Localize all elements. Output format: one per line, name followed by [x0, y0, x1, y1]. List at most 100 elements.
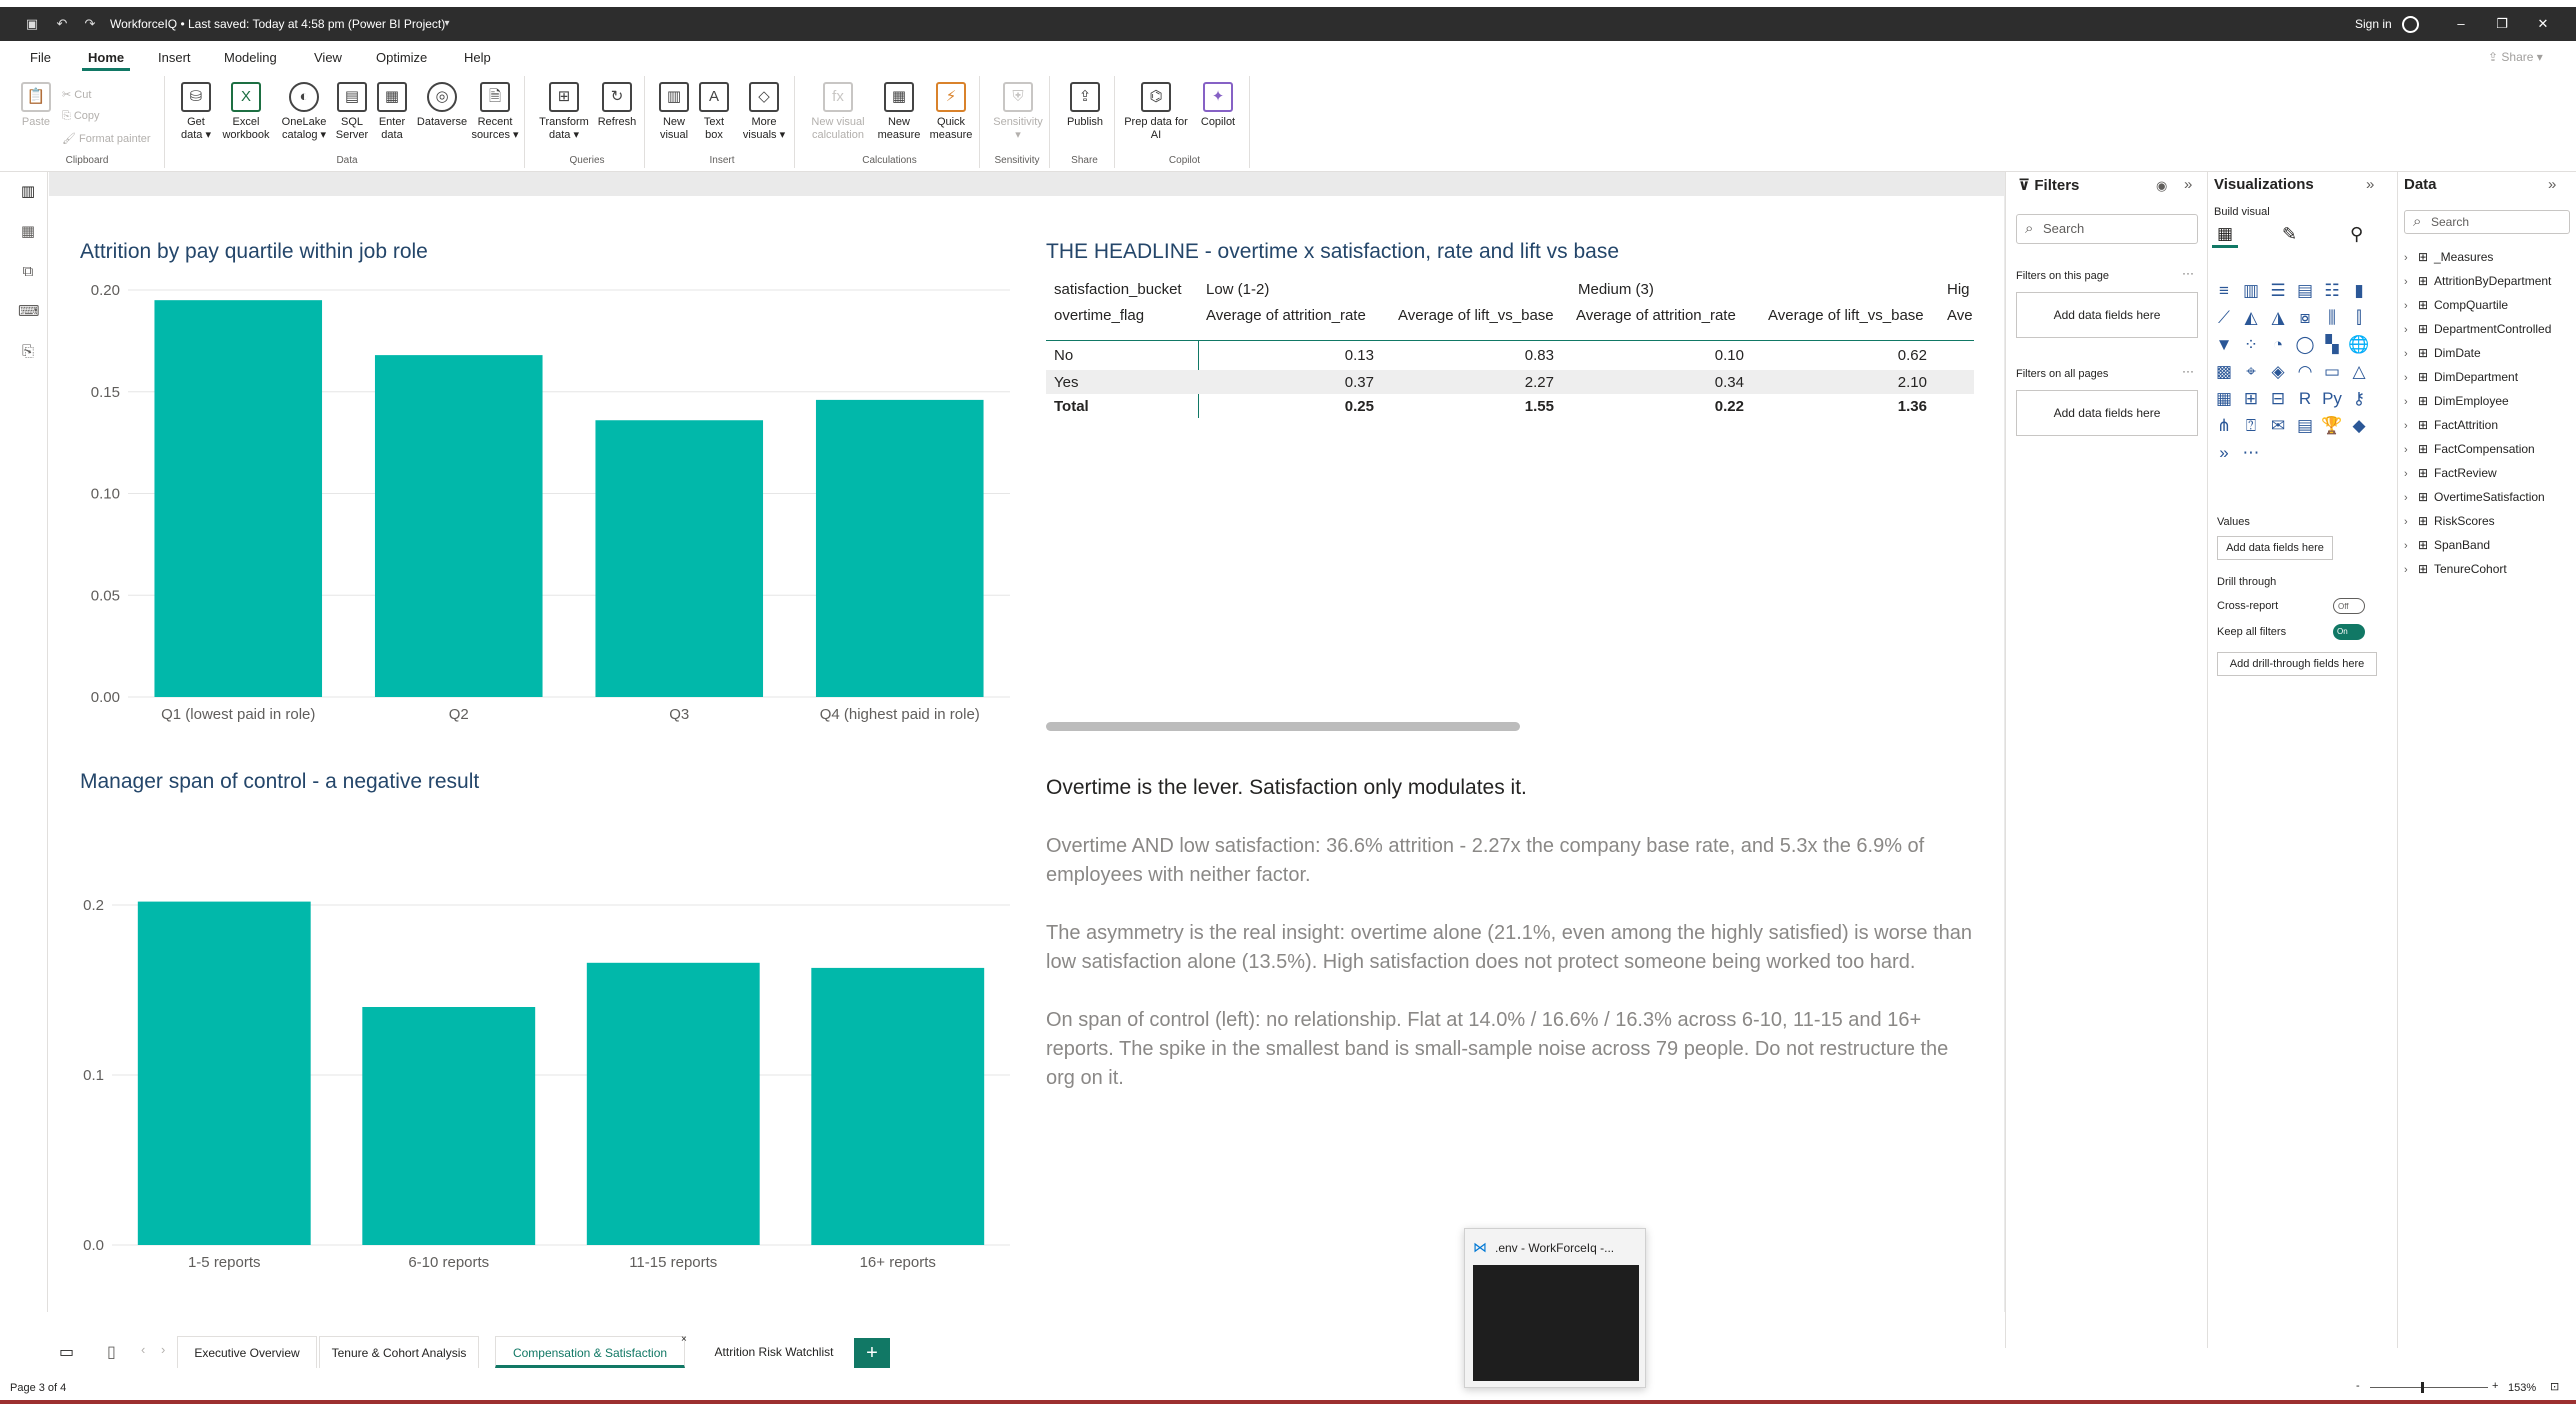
kpi-icon[interactable]: △: [2348, 361, 2370, 383]
row-label-yes[interactable]: Yes: [1054, 374, 1078, 391]
data-table-item[interactable]: › ⊞ FactAttrition: [2404, 418, 2498, 432]
clustered-column-icon[interactable]: ▤: [2294, 280, 2316, 302]
row-header-satisfaction-bucket[interactable]: satisfaction_bucket: [1054, 281, 1182, 298]
get-data-button[interactable]: ⛁ Get data ▾: [178, 82, 214, 142]
analytics-icon[interactable]: ⚲: [2350, 224, 2363, 245]
data-table-item[interactable]: › ⊞ DimDate: [2404, 346, 2481, 360]
undo-icon[interactable]: ↶: [52, 14, 72, 34]
more-options-icon[interactable]: ···: [2182, 266, 2194, 280]
collapse-filters-icon[interactable]: »: [2184, 176, 2192, 193]
refresh-button[interactable]: ↻ Refresh: [594, 82, 640, 129]
all-pages-filter-drop-well[interactable]: Add data fields here: [2016, 390, 2198, 436]
group-header-medium[interactable]: Medium (3): [1578, 281, 1654, 298]
stacked-column-icon[interactable]: ▥: [2240, 280, 2262, 302]
window-title[interactable]: WorkforceIQ • Last saved: Today at 4:58 …: [110, 17, 445, 31]
bar[interactable]: [595, 420, 764, 697]
keep-all-filters-toggle[interactable]: On: [2333, 624, 2365, 640]
scatter-icon[interactable]: ⁘: [2240, 334, 2262, 356]
narrative-icon[interactable]: ✉: [2267, 415, 2289, 437]
tab-help[interactable]: Help: [464, 50, 491, 65]
page-tab-attrition-risk[interactable]: Attrition Risk Watchlist: [689, 1336, 859, 1368]
gauge-icon[interactable]: ◠: [2294, 361, 2316, 383]
fit-to-page-icon[interactable]: ⊡: [2550, 1380, 2559, 1393]
enter-data-button[interactable]: ▦ Enter data: [374, 82, 410, 142]
bar[interactable]: [811, 967, 985, 1245]
dataverse-button[interactable]: ◎ Dataverse: [414, 82, 470, 129]
model-view-icon[interactable]: ⧉: [18, 262, 38, 282]
data-table-item[interactable]: › ⊞ SpanBand: [2404, 538, 2490, 552]
bar[interactable]: [362, 1007, 536, 1245]
bar[interactable]: [154, 300, 323, 697]
collapse-visualizations-icon[interactable]: »: [2366, 176, 2374, 193]
collapse-data-icon[interactable]: »: [2548, 176, 2556, 193]
row-header-overtime-flag[interactable]: overtime_flag: [1054, 307, 1144, 324]
data-table-item[interactable]: › ⊞ CompQuartile: [2404, 298, 2508, 312]
span-of-control-bar-chart[interactable]: 0.0 0.1 0.2 1-5 reports 6-10 reports 11-15 re…: [70, 880, 1020, 1275]
page-filter-drop-well[interactable]: Add data fields here: [2016, 292, 2198, 338]
zoom-slider-track[interactable]: [2370, 1387, 2488, 1388]
slicer-icon[interactable]: ▦: [2213, 388, 2235, 410]
bar[interactable]: [374, 355, 543, 697]
cross-report-toggle[interactable]: Off: [2333, 598, 2365, 614]
data-table-item[interactable]: › ⊞ TenureCohort: [2404, 562, 2507, 576]
copilot-button[interactable]: ✦ Copilot: [1192, 82, 1244, 129]
recent-sources-button[interactable]: 🗎 Recent sources ▾: [470, 82, 520, 142]
azure-map-icon[interactable]: ⌖: [2240, 361, 2262, 383]
restore-icon[interactable]: ❐: [2487, 14, 2517, 34]
close-icon[interactable]: ✕: [2528, 14, 2558, 34]
paste-button[interactable]: 📋 Paste: [18, 82, 54, 129]
bar[interactable]: [586, 962, 760, 1245]
power-automate-icon[interactable]: »: [2213, 442, 2235, 464]
new-measure-button[interactable]: ▦ New measure: [874, 82, 924, 142]
matrix-visual-icon[interactable]: ⊟: [2267, 388, 2289, 410]
tab-insert[interactable]: Insert: [158, 50, 191, 65]
100-column-icon[interactable]: ▮: [2348, 280, 2370, 302]
line-column-icon[interactable]: ⧇: [2294, 307, 2316, 329]
data-table-item[interactable]: › ⊞ DimEmployee: [2404, 394, 2509, 408]
tab-home[interactable]: Home: [81, 50, 131, 71]
drill-through-drop-well[interactable]: Add drill-through fields here: [2217, 652, 2377, 676]
sensitivity-button[interactable]: ⛨ Sensitivity ▾: [991, 82, 1045, 142]
filters-search-input[interactable]: Search: [2016, 214, 2198, 244]
onelake-catalog-button[interactable]: ◐ OneLake catalog ▾: [276, 82, 332, 142]
new-visual-button[interactable]: ▥ New visual: [656, 82, 692, 142]
minimize-icon[interactable]: –: [2446, 14, 2476, 34]
key-influencers-icon[interactable]: ⚷: [2348, 388, 2370, 410]
build-visual-tab-icon[interactable]: ▦: [2212, 222, 2238, 248]
table-visual-icon[interactable]: ⊞: [2240, 388, 2262, 410]
stacked-area-icon[interactable]: ◮: [2267, 307, 2289, 329]
data-table-item[interactable]: › ⊞ _Measures: [2404, 250, 2493, 264]
col-header-low-attrition[interactable]: Average of attrition_rate: [1206, 307, 1366, 324]
ribbon-chart-icon[interactable]: ⫼: [2321, 307, 2343, 329]
scroll-left-icon[interactable]: ‹: [141, 1342, 145, 1357]
python-icon[interactable]: Py: [2321, 388, 2343, 410]
group-header-high[interactable]: Hig: [1947, 281, 1970, 298]
paginated-report-icon[interactable]: ▤: [2294, 415, 2316, 437]
insight-text-box[interactable]: Overtime is the lever. Satisfaction only…: [1046, 776, 1976, 1122]
data-table-item[interactable]: › ⊞ DimDepartment: [2404, 370, 2518, 384]
pie-icon[interactable]: ◔: [2267, 334, 2289, 356]
tmdl-view-icon[interactable]: ⎘: [18, 342, 38, 362]
copy-button[interactable]: ⎘ Copy: [62, 110, 100, 123]
zoom-level[interactable]: 153%: [2508, 1382, 2536, 1394]
decomposition-tree-icon[interactable]: ⋔: [2213, 415, 2235, 437]
taskbar-window-preview[interactable]: ⋈ .env - WorkForceIq -...: [1464, 1228, 1646, 1388]
zoom-out-icon[interactable]: -: [2356, 1380, 2360, 1392]
more-options-icon[interactable]: ···: [2182, 364, 2194, 378]
pay-quartile-bar-chart[interactable]: 0.00 0.05 0.10 0.15 0.20 Q1 (lowest paid in r…: [70, 275, 1020, 735]
add-page-button[interactable]: +: [854, 1338, 890, 1368]
values-drop-well[interactable]: Add data fields here: [2217, 536, 2333, 560]
matrix-horizontal-scrollbar[interactable]: [1046, 722, 1520, 731]
row-label-total[interactable]: Total: [1054, 398, 1089, 415]
col-header-medium-lift[interactable]: Average of lift_vs_base: [1768, 307, 1924, 324]
tab-optimize[interactable]: Optimize: [376, 50, 427, 65]
map-icon[interactable]: 🌐: [2348, 334, 2370, 356]
tab-modeling[interactable]: Modeling: [224, 50, 277, 65]
qa-icon[interactable]: ⍰: [2240, 415, 2262, 437]
donut-icon[interactable]: ◯: [2294, 334, 2316, 356]
data-table-item[interactable]: › ⊞ OvertimeSatisfaction: [2404, 490, 2545, 504]
publish-button[interactable]: ⇪ Publish: [1063, 82, 1107, 129]
page-tab-compensation-satisfaction[interactable]: Compensation & Satisfaction: [495, 1336, 685, 1368]
bar[interactable]: [137, 901, 311, 1245]
data-table-item[interactable]: › ⊞ FactCompensation: [2404, 442, 2535, 456]
